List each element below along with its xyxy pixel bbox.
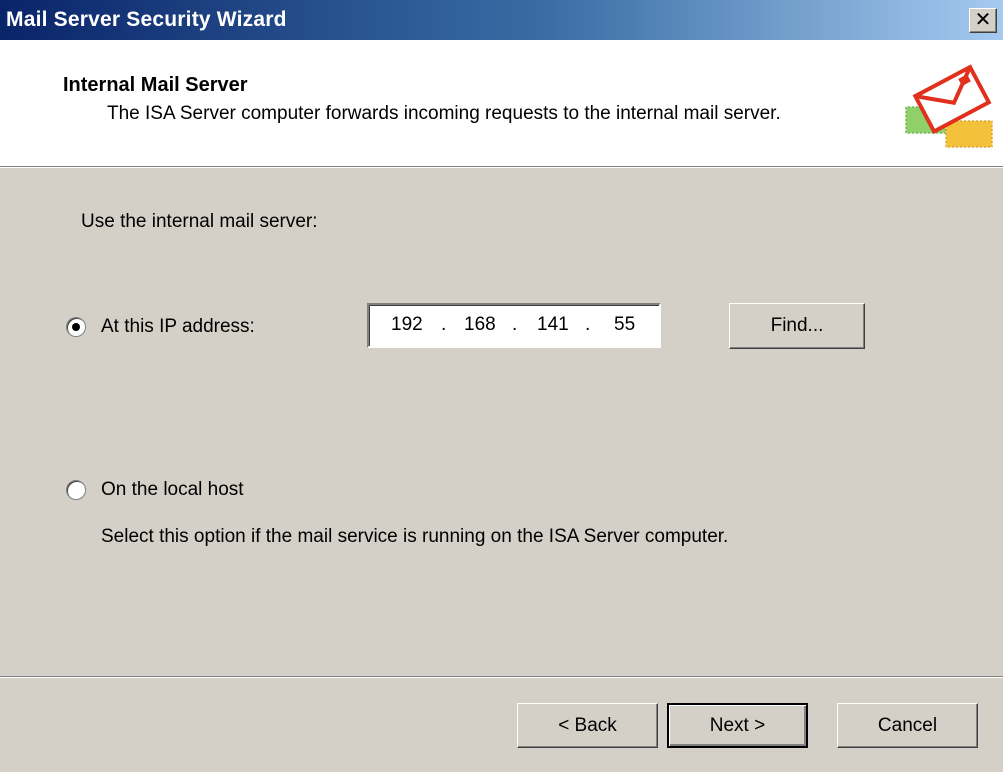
local-host-description: Select this option if the mail service i… xyxy=(101,526,729,547)
ip-octet-2[interactable]: 168 xyxy=(464,314,496,336)
radio-local-host-label[interactable]: On the local host xyxy=(101,479,244,501)
header-separator xyxy=(0,166,1003,168)
next-button[interactable]: Next > xyxy=(667,703,808,748)
ip-octet-1[interactable]: 192 xyxy=(391,314,423,336)
ip-separator: . xyxy=(585,314,591,335)
cancel-button-label: Cancel xyxy=(877,714,938,736)
ip-separator: . xyxy=(441,314,447,335)
footer-separator xyxy=(0,676,1003,678)
next-button-label: Next > xyxy=(709,714,766,736)
page-title: Internal Mail Server xyxy=(63,74,248,96)
find-button[interactable]: Find... xyxy=(729,303,865,349)
radio-ip-address-label[interactable]: At this IP address: xyxy=(101,316,255,338)
back-button[interactable]: < Back xyxy=(517,703,658,748)
intro-label: Use the internal mail server: xyxy=(81,211,318,232)
ip-address-field[interactable]: 192 . 168 . 141 . 55 xyxy=(367,303,661,348)
page-subtitle: The ISA Server computer forwards incomin… xyxy=(107,103,781,124)
window-title: Mail Server Security Wizard xyxy=(6,8,287,31)
ip-octet-4[interactable]: 55 xyxy=(614,314,635,336)
close-icon: ✕ xyxy=(974,9,992,31)
ip-octet-3[interactable]: 141 xyxy=(537,314,569,336)
mail-envelope-icon xyxy=(905,64,993,148)
radio-ip-address[interactable] xyxy=(66,317,86,337)
title-bar: Mail Server Security Wizard ✕ xyxy=(0,0,1003,40)
radio-selected-dot xyxy=(72,323,80,331)
cancel-button[interactable]: Cancel xyxy=(837,703,978,748)
find-button-label: Find... xyxy=(770,315,824,336)
back-button-label: < Back xyxy=(558,714,617,736)
wizard-header: Internal Mail Server The ISA Server comp… xyxy=(0,40,1003,166)
radio-local-host[interactable] xyxy=(66,480,86,500)
ip-separator: . xyxy=(512,314,518,335)
close-button[interactable]: ✕ xyxy=(969,8,997,33)
